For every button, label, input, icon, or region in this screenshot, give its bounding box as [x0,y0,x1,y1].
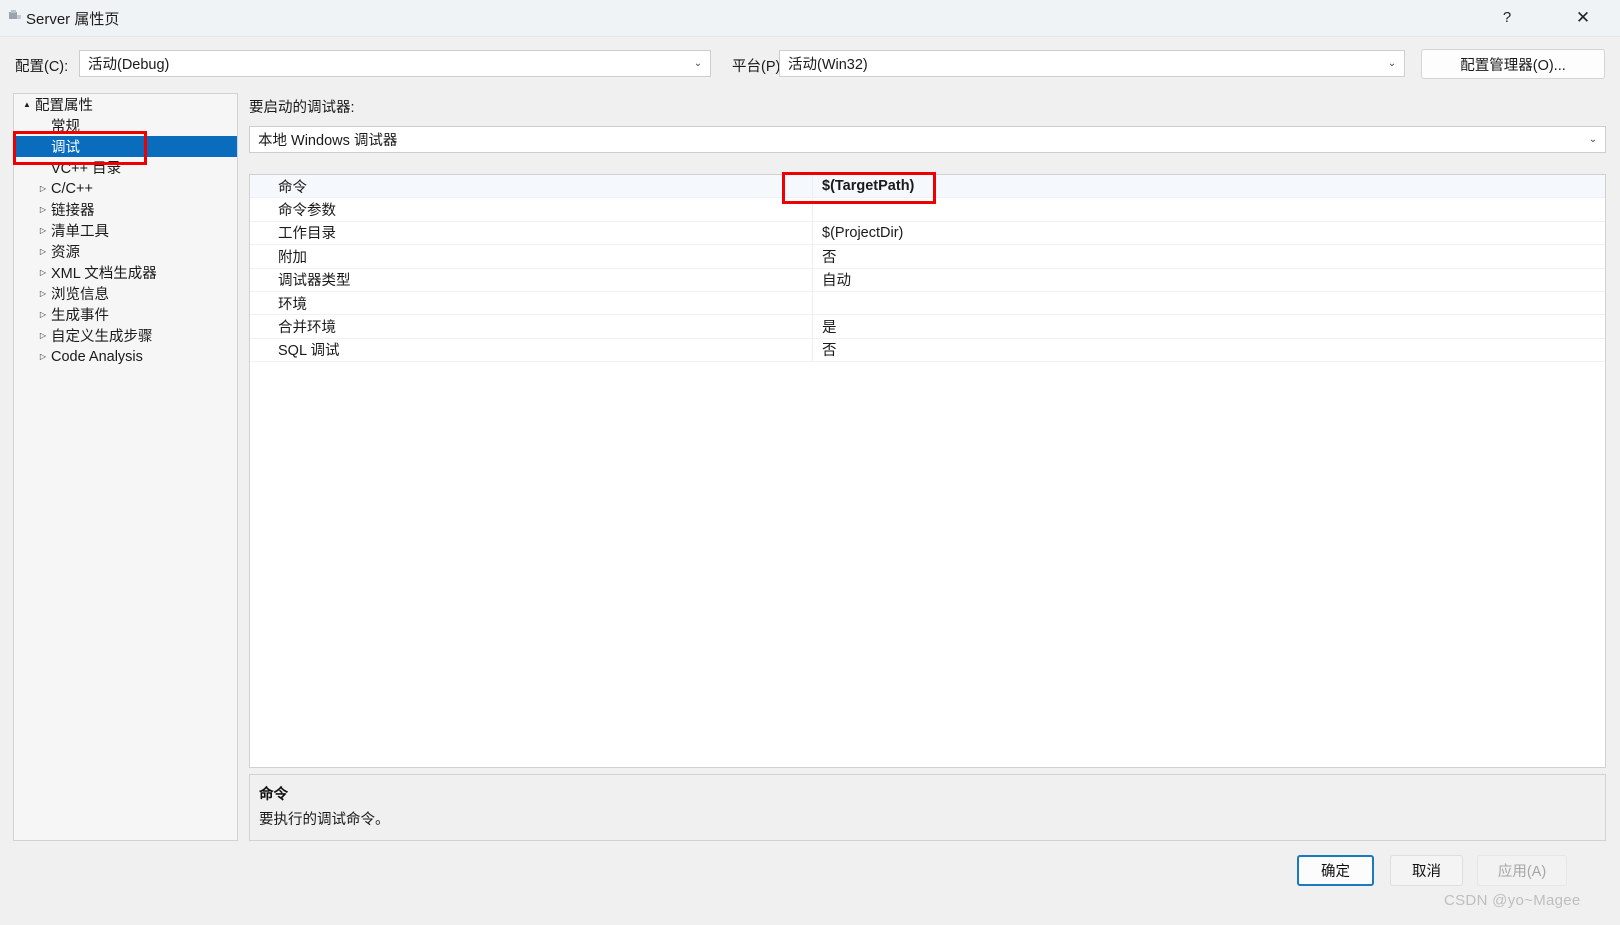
chevron-down-icon[interactable]: ⌄ [686,58,710,69]
configuration-value: 活动(Debug) [88,57,170,73]
debugger-to-launch-label: 要启动的调试器: [249,100,355,116]
property-value[interactable]: $(TargetPath) [812,175,1605,198]
tree-item-12[interactable]: ▷ Code Analysis [14,346,237,367]
tree-item-5[interactable]: ▷ 链接器 [14,199,237,220]
tree-item-7[interactable]: ▷ 资源 [14,241,237,262]
configuration-label: 配置(C): [15,59,69,75]
cancel-button[interactable]: 取消 [1390,855,1463,886]
tree-item-0[interactable]: ▲ 配置属性 [14,94,237,115]
property-row[interactable]: 环境 [250,291,1605,316]
platform-combobox[interactable]: 活动(Win32) ⌄ [779,50,1405,77]
chevron-right-icon[interactable]: ▷ [35,331,51,340]
property-row[interactable]: 合并环境 是 [250,315,1605,339]
configuration-combobox[interactable]: 活动(Debug) ⌄ [79,50,711,77]
configuration-tree[interactable]: ▲ 配置属性 常规 调试 VC++ 目录 ▷ C/C++ ▷ 链接器 ▷ 清单工具 ▷ 资源 ▷ XML 文… [13,93,238,841]
page-title: Server 属性页 [26,11,120,28]
property-value[interactable]: 是 [812,315,1605,338]
platform-value: 活动(Win32) [788,57,868,73]
watermark: CSDN @yo~Magee [1444,892,1581,909]
apply-button: 应用(A) [1477,855,1567,886]
tree-item-3[interactable]: VC++ 目录 [14,157,237,178]
tree-item-label: Code Analysis [51,348,143,365]
tree-item-label: C/C++ [51,180,93,197]
tree-item-2[interactable]: 调试 [14,136,237,157]
chevron-right-icon[interactable]: ▷ [35,268,51,277]
property-value[interactable]: 自动 [812,268,1605,291]
property-description-pane: 命令 要执行的调试命令。 [249,774,1606,841]
property-name: 工作目录 [278,226,336,243]
property-row[interactable]: 工作目录 $(ProjectDir) [250,221,1605,246]
property-row[interactable]: 调试器类型 自动 [250,268,1605,292]
tree-item-label: 常规 [51,119,80,135]
tree-item-label: XML 文档生成器 [51,266,157,282]
property-name: SQL 调试 [278,343,340,360]
property-grid[interactable]: 命令 $(TargetPath) 命令参数 工作目录 $(ProjectDir) 附加否调… [249,174,1606,768]
property-name: 合并环境 [278,320,336,337]
tree-item-label: 资源 [51,245,80,261]
close-icon[interactable]: ✕ [1560,0,1606,35]
chevron-right-icon[interactable]: ▷ [35,205,51,214]
tree-item-label: 配置属性 [35,98,93,114]
tree-item-label: 调试 [51,140,80,156]
chevron-down-icon[interactable]: ▲ [19,100,35,109]
property-value[interactable]: $(ProjectDir) [812,221,1605,245]
debugger-to-launch-value: 本地 Windows 调试器 [258,133,398,149]
description-title: 命令 [259,787,288,803]
property-name: 命令 [278,179,307,196]
property-name: 环境 [278,296,307,313]
property-name: 附加 [278,249,307,266]
property-row[interactable]: 命令 $(TargetPath) [250,175,1605,199]
tree-item-11[interactable]: ▷ 自定义生成步骤 [14,325,237,346]
config-manager-button[interactable]: 配置管理器(O)... [1421,49,1605,79]
tree-item-1[interactable]: 常规 [14,115,237,136]
property-value[interactable] [812,291,1605,315]
property-name: 命令参数 [278,203,336,220]
tree-item-label: 链接器 [51,203,95,219]
chevron-right-icon[interactable]: ▷ [35,184,51,193]
property-row[interactable]: SQL 调试 否 [250,338,1605,363]
chevron-right-icon[interactable]: ▷ [35,247,51,256]
chevron-down-icon[interactable]: ⌄ [1581,134,1605,145]
tree-item-4[interactable]: ▷ C/C++ [14,178,237,199]
tree-item-10[interactable]: ▷ 生成事件 [14,304,237,325]
tree-item-label: VC++ 目录 [51,161,122,177]
help-icon[interactable]: ? [1484,0,1530,35]
description-text: 要执行的调试命令。 [259,812,390,828]
tree-item-label: 自定义生成步骤 [51,329,153,345]
property-value[interactable] [812,198,1605,221]
property-row[interactable]: 命令参数 [250,198,1605,222]
debugger-to-launch-combobox[interactable]: 本地 Windows 调试器 ⌄ [249,126,1606,153]
window-properties-icon [9,10,21,19]
tree-item-label: 生成事件 [51,308,109,324]
chevron-right-icon[interactable]: ▷ [35,352,51,361]
platform-label: 平台(P): [732,59,785,75]
property-name: 调试器类型 [278,273,351,290]
chevron-right-icon[interactable]: ▷ [35,310,51,319]
chevron-right-icon[interactable]: ▷ [35,226,51,235]
tree-item-6[interactable]: ▷ 清单工具 [14,220,237,241]
chevron-down-icon[interactable]: ⌄ [1380,58,1404,69]
tree-item-8[interactable]: ▷ XML 文档生成器 [14,262,237,283]
property-value[interactable]: 否 [812,338,1605,362]
tree-item-label: 清单工具 [51,224,109,240]
ok-button[interactable]: 确定 [1297,855,1374,886]
property-row[interactable]: 附加 否 [250,245,1605,269]
chevron-right-icon[interactable]: ▷ [35,289,51,298]
tree-item-9[interactable]: ▷ 浏览信息 [14,283,237,304]
tree-item-label: 浏览信息 [51,287,109,303]
window-titlebar: Server 属性页 ? ✕ [0,0,1620,37]
property-value[interactable]: 否 [812,245,1605,268]
